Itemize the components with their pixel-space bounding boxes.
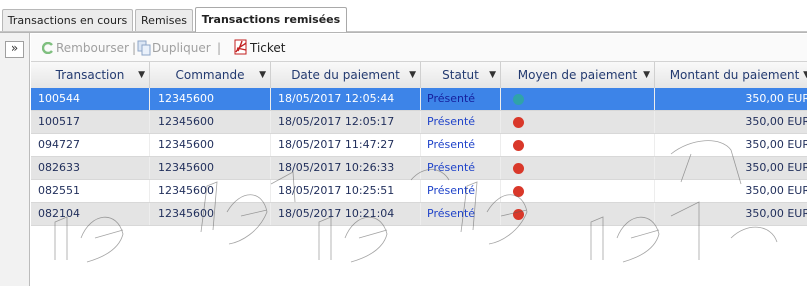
cell-status: Présenté [421, 111, 501, 133]
cell-payment [501, 203, 655, 225]
table-row[interactable]: 100517 12345600 18/05/2017 12:05:17 Prés… [31, 111, 807, 134]
column-header-label: Transaction [55, 68, 125, 82]
table-row[interactable]: 082104 12345600 18/05/2017 10:21:04 Prés… [31, 203, 807, 226]
cell-order: 12345600 [150, 111, 271, 133]
cell-order: 12345600 [150, 180, 271, 202]
ticket-button[interactable]: Ticket [250, 40, 286, 56]
cell-status: Présenté [421, 180, 501, 202]
cell-status: Présenté [421, 157, 501, 179]
column-header-label: Statut [442, 68, 479, 82]
table-row[interactable]: 082551 12345600 18/05/2017 10:25:51 Prés… [31, 180, 807, 203]
toolbar-separator: | [132, 41, 137, 55]
column-header-transaction[interactable]: Transaction ▼ [31, 62, 150, 88]
sort-menu-icon[interactable]: ▼ [489, 62, 496, 88]
column-header-commande[interactable]: Commande ▼ [150, 62, 271, 88]
transactions-grid: Transaction ▼ Commande ▼ Date du paiemen… [31, 62, 807, 286]
cell-order: 12345600 [150, 157, 271, 179]
cell-transaction: 082551 [31, 180, 150, 202]
sort-menu-icon[interactable]: ▼ [259, 62, 266, 88]
sort-menu-icon[interactable]: ▼ [803, 62, 807, 88]
tab-bar: Transactions en cours Remises Transactio… [0, 0, 807, 32]
cell-date: 18/05/2017 10:26:33 [271, 157, 421, 179]
card-red-icon [513, 140, 524, 151]
sort-menu-icon[interactable]: ▼ [409, 62, 416, 88]
cell-date: 18/05/2017 12:05:44 [271, 88, 421, 110]
column-header-label: Date du paiement [291, 68, 400, 82]
duplicate-icon [137, 40, 151, 56]
cell-payment [501, 157, 655, 179]
column-header-date[interactable]: Date du paiement ▼ [271, 62, 421, 88]
card-red-icon [513, 186, 524, 197]
cell-date: 18/05/2017 10:25:51 [271, 180, 421, 202]
cell-amount: 350,00 EUR [655, 180, 807, 202]
cell-order: 12345600 [150, 88, 271, 110]
column-header-moyen[interactable]: Moyen de paiement ▼ [501, 62, 655, 88]
column-header-label: Commande [175, 68, 245, 82]
card-red-icon [513, 163, 524, 174]
grid-header: Transaction ▼ Commande ▼ Date du paiemen… [31, 62, 807, 89]
cell-transaction: 100544 [31, 88, 150, 110]
cell-payment [501, 134, 655, 156]
cell-amount: 350,00 EUR [655, 157, 807, 179]
tab-transactions-remisees[interactable]: Transactions remisées [195, 7, 347, 32]
card-red-icon [513, 209, 524, 220]
cell-status: Présenté [421, 203, 501, 225]
cell-transaction: 100517 [31, 111, 150, 133]
column-header-statut[interactable]: Statut ▼ [421, 62, 501, 88]
table-row[interactable]: 100544 12345600 18/05/2017 12:05:44 Prés… [31, 88, 807, 111]
cell-status: Présenté [421, 88, 501, 110]
cell-amount: 350,00 EUR [655, 111, 807, 133]
sidebar: » [0, 33, 30, 286]
cell-transaction: 082104 [31, 203, 150, 225]
column-header-montant[interactable]: Montant du paiement ▼ [655, 62, 807, 88]
cell-status: Présenté [421, 134, 501, 156]
sort-menu-icon[interactable]: ▼ [643, 62, 650, 88]
toolbar-separator: | [217, 41, 222, 55]
column-header-label: Moyen de paiement [517, 68, 638, 82]
cell-date: 18/05/2017 11:47:27 [271, 134, 421, 156]
cell-order: 12345600 [150, 134, 271, 156]
pdf-ticket-icon [234, 39, 247, 55]
card-red-icon [513, 117, 524, 128]
toolbar: Rembourser | Dupliquer | Ticket [31, 34, 807, 62]
main-panel: » Rembourser | Dupliquer | Ticket Transa… [0, 32, 807, 286]
sort-menu-icon[interactable]: ▼ [138, 62, 145, 88]
duplicate-button[interactable]: Dupliquer [152, 40, 211, 56]
table-row[interactable]: 082633 12345600 18/05/2017 10:26:33 Prés… [31, 157, 807, 180]
expand-sidebar-icon[interactable]: » [5, 41, 24, 58]
refund-icon [42, 42, 53, 54]
cell-payment [501, 111, 655, 133]
cell-date: 18/05/2017 10:21:04 [271, 203, 421, 225]
column-header-label: Montant du paiement [669, 68, 800, 82]
cell-order: 12345600 [150, 203, 271, 225]
refund-button[interactable]: Rembourser [56, 40, 129, 56]
cell-transaction: 094727 [31, 134, 150, 156]
tab-remises[interactable]: Remises [135, 9, 193, 31]
cell-amount: 350,00 EUR [655, 134, 807, 156]
cell-payment [501, 180, 655, 202]
cell-transaction: 082633 [31, 157, 150, 179]
cell-amount: 350,00 EUR [655, 88, 807, 110]
cell-amount: 350,00 EUR [655, 203, 807, 225]
cell-date: 18/05/2017 12:05:17 [271, 111, 421, 133]
card-teal-icon [513, 94, 524, 105]
cell-payment [501, 88, 655, 110]
table-row[interactable]: 094727 12345600 18/05/2017 11:47:27 Prés… [31, 134, 807, 157]
tab-transactions-en-cours[interactable]: Transactions en cours [2, 9, 133, 31]
